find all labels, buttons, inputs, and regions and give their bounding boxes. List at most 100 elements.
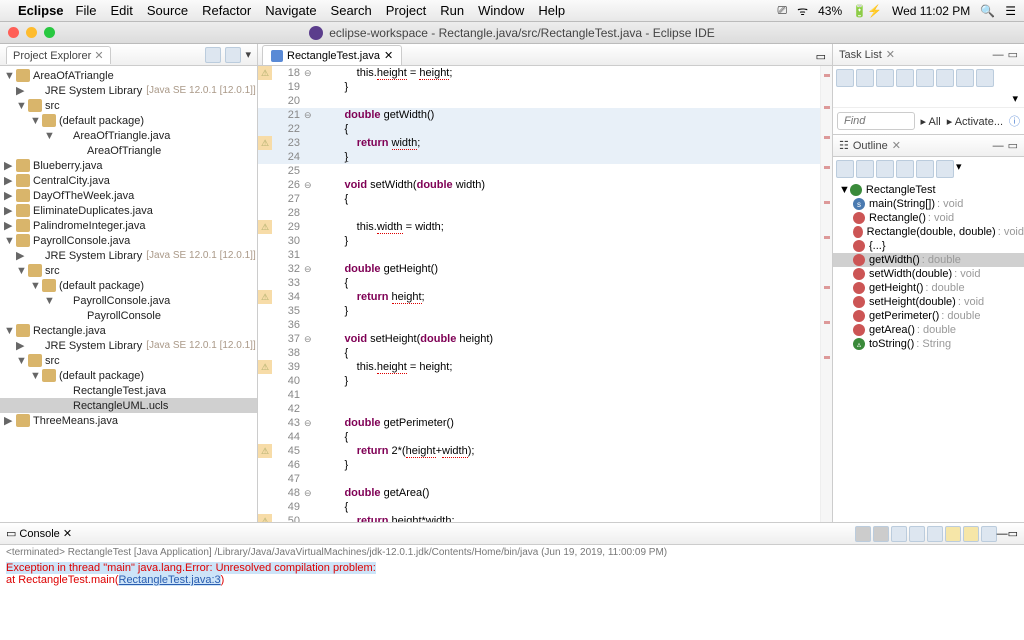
code-line[interactable]: ⚠39 this.height = height;	[258, 360, 820, 374]
focus-icon[interactable]	[936, 160, 954, 178]
hide-local-icon[interactable]	[916, 160, 934, 178]
code-line[interactable]: 40 }	[258, 374, 820, 388]
code-line[interactable]: 20	[258, 94, 820, 108]
tree-row[interactable]: ▼PayrollConsole.java	[0, 233, 257, 248]
code-line[interactable]: 32⊖ double getHeight()	[258, 262, 820, 276]
outline-tree[interactable]: ▼ RectangleTestsmain(String[]) : voidRec…	[833, 181, 1024, 522]
code-line[interactable]: ⚠18⊖ this.height = height;	[258, 66, 820, 80]
view-menu-icon[interactable]: ▾	[956, 160, 962, 178]
outline-item[interactable]: Rectangle() : void	[833, 211, 1024, 225]
explorer-tree[interactable]: ▼AreaOfATriangle▶JRE System Library[Java…	[0, 66, 257, 522]
categorize-icon[interactable]	[856, 69, 874, 87]
close-icon[interactable]: ✕	[886, 48, 895, 61]
menu-window[interactable]: Window	[478, 3, 524, 18]
minimize-icon[interactable]: —	[993, 140, 1004, 152]
collapse-all-icon[interactable]	[205, 47, 221, 63]
tree-row[interactable]: RectangleUML.ucls	[0, 398, 257, 413]
tree-row[interactable]: ▶JRE System Library[Java SE 12.0.1 [12.0…	[0, 338, 257, 353]
menu-icon[interactable]: ☰	[1005, 4, 1016, 18]
task-search-input[interactable]	[837, 112, 915, 130]
tree-row[interactable]: AreaOfTriangle	[0, 143, 257, 158]
overview-ruler[interactable]	[820, 66, 832, 522]
help-icon[interactable]: ⓘ	[1009, 113, 1020, 129]
tree-row[interactable]: ▼(default package)	[0, 113, 257, 128]
close-icon[interactable]: ✕	[384, 49, 393, 62]
outline-item[interactable]: ▼ RectangleTest	[833, 183, 1024, 197]
tree-row[interactable]: PayrollConsole	[0, 308, 257, 323]
close-icon[interactable]: ✕	[94, 50, 103, 62]
code-line[interactable]: 30 }	[258, 234, 820, 248]
close-icon[interactable]: ✕	[63, 528, 72, 540]
code-line[interactable]: 28	[258, 206, 820, 220]
outline-item[interactable]: getPerimeter() : double	[833, 309, 1024, 323]
word-wrap-icon[interactable]	[927, 526, 943, 542]
code-line[interactable]: 26⊖ void setWidth(double width)	[258, 178, 820, 192]
tree-row[interactable]: ▶EliminateDuplicates.java	[0, 203, 257, 218]
new-task-icon[interactable]	[836, 69, 854, 87]
close-icon[interactable]: ✕	[892, 139, 901, 152]
clock[interactable]: Wed 11:02 PM	[892, 4, 970, 18]
sort-icon[interactable]	[836, 160, 854, 178]
code-line[interactable]: 43⊖ double getPerimeter()	[258, 416, 820, 430]
menu-edit[interactable]: Edit	[110, 3, 132, 18]
outline-title[interactable]: Outline	[853, 140, 888, 152]
hide-static-icon[interactable]	[876, 160, 894, 178]
menu-refactor[interactable]: Refactor	[202, 3, 251, 18]
tree-row[interactable]: ▼PayrollConsole.java	[0, 293, 257, 308]
tree-row[interactable]: ▼(default package)	[0, 278, 257, 293]
code-line[interactable]: 44 {	[258, 430, 820, 444]
code-line[interactable]: 24 }	[258, 150, 820, 164]
menu-navigate[interactable]: Navigate	[265, 3, 316, 18]
task-list-title[interactable]: Task List	[839, 49, 882, 61]
prev-icon[interactable]	[956, 69, 974, 87]
hide-fields-icon[interactable]	[856, 160, 874, 178]
close-window[interactable]	[8, 27, 19, 38]
tree-row[interactable]: ▶JRE System Library[Java SE 12.0.1 [12.0…	[0, 83, 257, 98]
display-selected-icon[interactable]	[963, 526, 979, 542]
editor-tab-rectangletest[interactable]: RectangleTest.java ✕	[262, 45, 402, 65]
remove-all-icon[interactable]	[873, 526, 889, 542]
code-line[interactable]: ⚠45 return 2*(height+width);	[258, 444, 820, 458]
code-line[interactable]: 27 {	[258, 192, 820, 206]
code-line[interactable]: ⚠34 return height;	[258, 290, 820, 304]
tree-row[interactable]: ▶PalindromeInteger.java	[0, 218, 257, 233]
wifi-icon[interactable]: ᯤ	[797, 2, 808, 19]
tree-row[interactable]: ▶JRE System Library[Java SE 12.0.1 [12.0…	[0, 248, 257, 263]
outline-item[interactable]: smain(String[]) : void	[833, 197, 1024, 211]
code-line[interactable]: 19 }	[258, 80, 820, 94]
tree-row[interactable]: RectangleTest.java	[0, 383, 257, 398]
remove-launch-icon[interactable]	[855, 526, 871, 542]
tree-row[interactable]: ▶CentralCity.java	[0, 173, 257, 188]
tree-row[interactable]: ▼src	[0, 98, 257, 113]
code-editor[interactable]: ⚠18⊖ this.height = height;19 }2021⊖ doub…	[258, 66, 832, 522]
outline-item[interactable]: getArea() : double	[833, 323, 1024, 337]
explorer-title-tab[interactable]: Project Explorer ✕	[6, 46, 111, 64]
tree-row[interactable]: ▼src	[0, 263, 257, 278]
filter-all[interactable]: ▸ All	[921, 115, 941, 128]
minimize-window[interactable]	[26, 27, 37, 38]
tree-row[interactable]: ▶ThreeMeans.java	[0, 413, 257, 428]
open-console-icon[interactable]	[981, 526, 997, 542]
tree-row[interactable]: ▶DayOfTheWeek.java	[0, 188, 257, 203]
link-editor-icon[interactable]	[225, 47, 241, 63]
focus-icon[interactable]	[916, 69, 934, 87]
code-line[interactable]: 31	[258, 248, 820, 262]
menu-source[interactable]: Source	[147, 3, 188, 18]
outline-item[interactable]: Rectangle(double, double) : void	[833, 225, 1024, 239]
menu-run[interactable]: Run	[440, 3, 464, 18]
code-line[interactable]: 41	[258, 388, 820, 402]
maximize-icon[interactable]: ▭	[1008, 48, 1018, 61]
code-line[interactable]: 33 {	[258, 276, 820, 290]
minimize-icon[interactable]: —	[997, 528, 1008, 540]
menu-file[interactable]: File	[76, 3, 97, 18]
code-line[interactable]: 25	[258, 164, 820, 178]
tree-row[interactable]: ▼src	[0, 353, 257, 368]
maximize-icon[interactable]: ▭	[1008, 527, 1018, 540]
code-line[interactable]: 47	[258, 472, 820, 486]
maximize-icon[interactable]: ▭	[1008, 139, 1018, 152]
pin-console-icon[interactable]	[945, 526, 961, 542]
spotlight-icon[interactable]: 🔍	[980, 4, 995, 18]
battery-icon[interactable]: 🔋⚡	[852, 4, 882, 18]
tree-row[interactable]: ▼(default package)	[0, 368, 257, 383]
code-line[interactable]: 49 {	[258, 500, 820, 514]
